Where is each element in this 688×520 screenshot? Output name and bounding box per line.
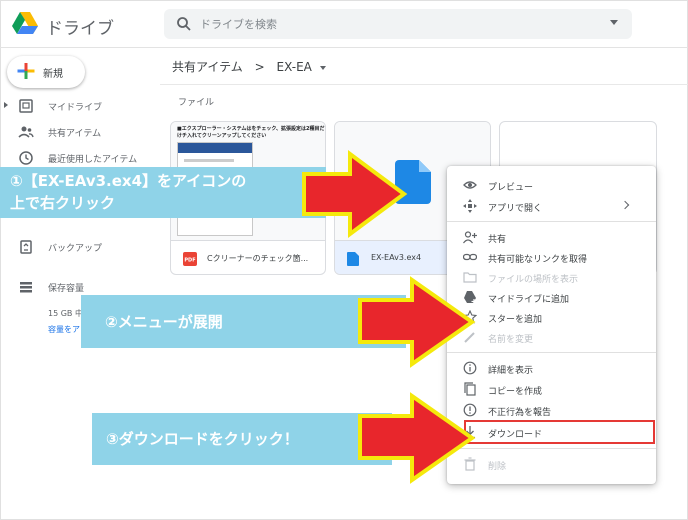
thumbnail-bar (178, 143, 252, 153)
menu-item-label: コピーを作成 (488, 387, 543, 397)
svg-text:PDF: PDF (184, 258, 195, 264)
menu-item-open-with[interactable]: アプリで開く (447, 196, 656, 217)
menu-item-show-location: ファイルの場所を表示 (447, 267, 656, 288)
open-with-icon (463, 199, 477, 213)
menu-item-add-to-drive[interactable]: マイドライブに追加 (447, 287, 656, 308)
file-footer: PDF Cクリーナーのチェック箇... (171, 240, 325, 274)
eye-icon (463, 181, 477, 189)
new-button[interactable]: 新規 (7, 56, 85, 88)
menu-item-make-copy[interactable]: コピーを作成 (447, 379, 656, 400)
menu-item-label: 名前を変更 (488, 335, 534, 345)
document-icon (347, 252, 359, 266)
files-section-label: ファイル (178, 98, 215, 108)
sidebar-item-my-drive[interactable]: マイドライブ (0, 94, 150, 118)
menu-item-add-star[interactable]: スターを追加 (447, 307, 656, 328)
menu-item-label: 詳細を表示 (488, 366, 534, 376)
new-button-label: 新規 (43, 69, 63, 80)
buy-storage-link[interactable]: 容量をア (48, 324, 80, 335)
menu-item-label: プレビュー (488, 183, 534, 193)
link-icon (463, 253, 477, 261)
menu-item-details[interactable]: 詳細を表示 (447, 358, 656, 379)
chevron-right-icon (620, 200, 630, 210)
storage-usage-text: 15 GB 中 (48, 309, 83, 318)
menu-item-label: スターを追加 (488, 315, 543, 325)
chevron-down-icon[interactable] (319, 65, 326, 70)
recent-icon (19, 151, 33, 165)
menu-item-label: 削除 (488, 462, 507, 472)
plus-icon (17, 63, 35, 79)
my-drive-icon (19, 99, 33, 113)
app-title: ドライブ (46, 19, 114, 39)
step3-text: ③ダウンロードをクリック！ (106, 430, 299, 448)
menu-item-share[interactable]: 共有 (447, 227, 656, 248)
menu-item-get-link[interactable]: 共有可能なリンクを取得 (447, 247, 656, 268)
sidebar-item-label: 共有アイテム (48, 129, 102, 139)
menu-item-label: ファイルの場所を表示 (488, 275, 579, 285)
main-divider (160, 84, 688, 85)
storage-icon (20, 282, 32, 293)
menu-item-preview[interactable]: プレビュー (447, 175, 656, 196)
step2-arrow (358, 276, 476, 368)
sidebar-item-shared[interactable]: 共有アイテム (0, 120, 150, 144)
download-highlight-box (464, 420, 655, 444)
menu-separator (447, 352, 656, 353)
menu-item-delete: 削除 (447, 454, 656, 475)
pdf-icon: PDF (183, 252, 197, 266)
sidebar-item-label: マイドライブ (48, 103, 103, 113)
breadcrumb: 共有アイテム > EX-EA (172, 58, 326, 75)
share-person-icon (463, 231, 477, 244)
step2-text: ②メニューが展開 (105, 313, 223, 331)
file-name: Cクリーナーのチェック箇... (207, 254, 309, 263)
sidebar-item-label: 最近使用したアイテム (48, 155, 138, 165)
step3-callout: ③ダウンロードをクリック！ (92, 413, 392, 465)
step1-callout: ①【EX-EAv3.ex4】をアイコンの 上で右クリック (0, 167, 326, 218)
menu-separator (447, 221, 656, 222)
breadcrumb-current[interactable]: EX-EA (277, 60, 312, 74)
drive-logo-icon[interactable] (12, 12, 38, 34)
search-input[interactable]: ドライブを検索 (200, 16, 277, 32)
expand-arrow-icon[interactable] (4, 102, 8, 108)
sidebar-item-label: 保存容量 (48, 284, 85, 294)
search-options-icon[interactable] (610, 20, 618, 25)
shared-icon (18, 126, 34, 138)
top-bar: ドライブ ドライブを検索 (0, 0, 688, 48)
menu-separator (447, 448, 656, 449)
breadcrumb-parent[interactable]: 共有アイテム (172, 60, 243, 74)
menu-item-label: 共有可能なリンクを取得 (488, 255, 588, 265)
step1-line1: ①【EX-EAv3.ex4】をアイコンの (10, 172, 247, 190)
menu-item-rename: 名前を変更 (447, 327, 656, 348)
search-icon[interactable] (176, 16, 192, 32)
search-bar[interactable]: ドライブを検索 (164, 9, 632, 39)
menu-item-label: 共有 (488, 235, 507, 245)
sidebar-item-label: バックアップ (48, 244, 103, 254)
preview-text: ■エクスプローラー・システムはをチェック、拡張設定は2種目だけチ入れてクリーンア… (177, 126, 325, 139)
step1-line2: 上で右クリック (10, 194, 116, 212)
menu-item-report-abuse[interactable]: 不正行為を報告 (447, 400, 656, 421)
file-name: EX-EAv3.ex4 (371, 253, 422, 262)
menu-item-label: アプリで開く (488, 204, 543, 214)
menu-item-label: マイドライブに追加 (488, 295, 570, 305)
step3-arrow (358, 392, 476, 484)
thumbnail-line (184, 159, 234, 162)
sidebar-item-backup[interactable]: バックアップ (0, 235, 150, 259)
breadcrumb-separator: > (254, 60, 265, 74)
step1-arrow (302, 150, 408, 238)
menu-item-label: 不正行為を報告 (488, 408, 552, 418)
backup-icon (20, 240, 32, 254)
